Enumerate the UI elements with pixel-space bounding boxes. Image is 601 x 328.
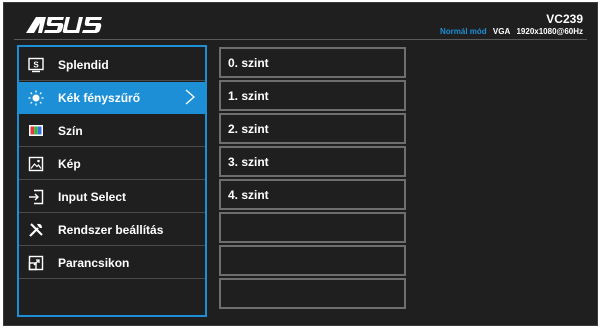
submenu-item-level-0[interactable]: 0. szint (219, 47, 406, 78)
status-line: Normál mód VGA 1920x1080@60Hz (440, 27, 583, 36)
menu-item-color[interactable]: Szín (19, 115, 205, 147)
asus-logo (26, 17, 102, 33)
menu-item-system-setup[interactable]: Rendszer beállítás (19, 214, 205, 246)
input-select-icon (28, 189, 44, 205)
submenu-item-level-4[interactable]: 4. szint (219, 179, 406, 210)
menu-item-label: Szín (58, 123, 83, 138)
submenu-item-level-2[interactable]: 2. szint (219, 113, 406, 144)
menu-item-label: Splendid (58, 57, 109, 72)
submenu-item-empty (219, 245, 406, 276)
submenu: 0. szint 1. szint 2. szint 3. szint 4. s… (219, 47, 406, 315)
resolution-label: 1920x1080@60Hz (516, 27, 583, 36)
header-divider (14, 39, 587, 40)
submenu-item-empty (219, 278, 406, 309)
svg-text:S: S (33, 60, 39, 69)
submenu-item-level-1[interactable]: 1. szint (219, 80, 406, 111)
menu-item-splendid[interactable]: S Splendid (19, 49, 205, 81)
model-name: VC239 (546, 12, 583, 26)
signal-label: VGA (492, 27, 511, 36)
color-icon (28, 123, 44, 139)
menu-item-label: Parancsikon (58, 255, 130, 270)
system-setup-icon (28, 222, 44, 238)
splendid-icon: S (28, 57, 44, 73)
mode-label: Normál mód (439, 27, 487, 36)
submenu-item-empty (219, 212, 406, 243)
image-icon (28, 156, 44, 172)
blue-light-icon (28, 90, 44, 106)
chevron-right-icon (185, 89, 195, 105)
menu-item-shortcut[interactable]: Parancsikon (19, 247, 205, 279)
menu-item-label: Input Select (58, 189, 127, 204)
main-menu: S Splendid Kék fényszűrő Szín Kép Input … (17, 45, 207, 317)
shortcut-icon (28, 255, 44, 271)
submenu-item-level-3[interactable]: 3. szint (219, 146, 406, 177)
menu-item-label: Kék fényszűrő (58, 90, 141, 105)
menu-item-input-select[interactable]: Input Select (19, 181, 205, 213)
menu-item-blue-light-filter[interactable]: Kék fényszűrő (19, 82, 205, 114)
menu-item-image[interactable]: Kép (19, 148, 205, 180)
menu-item-label: Rendszer beállítás (58, 222, 164, 237)
menu-item-label: Kép (58, 156, 81, 171)
osd-window: VC239 Normál mód VGA 1920x1080@60Hz S Sp… (3, 2, 598, 326)
menu-item-empty (19, 280, 205, 312)
